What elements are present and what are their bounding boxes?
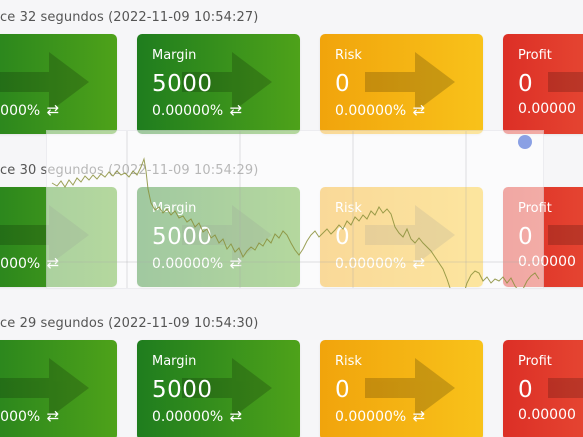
card-label: Profit: [518, 354, 552, 369]
swap-arrows-icon[interactable]: ⇄: [413, 407, 426, 425]
risk-card[interactable]: Risk 0 0.00000% ⇄: [320, 340, 483, 437]
card-percent: 0.00000: [518, 101, 576, 117]
snapshot-header: ce 29 segundos (2022-11-09 10:54:30): [0, 316, 259, 331]
card-value: 0: [335, 377, 351, 403]
dashboard-page: ce 32 segundos (2022-11-09 10:54:27) ty …: [0, 0, 583, 437]
swap-arrows-icon[interactable]: ⇄: [230, 101, 243, 119]
card-label: Margin: [152, 354, 197, 369]
swap-arrows-icon[interactable]: ⇄: [413, 101, 426, 119]
card-value: 0: [335, 71, 351, 97]
card-label: Profit: [518, 48, 552, 63]
swap-arrows-icon[interactable]: ⇄: [47, 407, 60, 425]
profit-card[interactable]: Profit 0 0.00000: [503, 34, 583, 134]
risk-card[interactable]: Risk 0 0.00000% ⇄: [320, 34, 483, 134]
profit-card[interactable]: Profit 0 0.00000: [503, 340, 583, 437]
card-percent: 0.00000% ⇄: [0, 101, 60, 119]
card-value: 0: [518, 71, 534, 97]
swap-arrows-icon[interactable]: ⇄: [47, 101, 60, 119]
snapshot-header: ce 32 segundos (2022-11-09 10:54:27): [0, 10, 259, 25]
margin-card[interactable]: Margin 5000 0.00000% ⇄: [137, 34, 300, 134]
equity-card[interactable]: ty 00 0.00000% ⇄: [0, 34, 117, 134]
card-label: Risk: [335, 354, 362, 369]
equity-card[interactable]: ty 00 0.00000% ⇄: [0, 340, 117, 437]
chart-cursor-dot: [518, 135, 532, 149]
card-value: 5000: [152, 377, 213, 403]
card-percent: 0.00000% ⇄: [335, 101, 426, 119]
card-percent: 0.00000% ⇄: [152, 101, 243, 119]
card-percent: 0.00000% ⇄: [0, 407, 60, 425]
price-sparkline-chart: [47, 131, 543, 288]
margin-card[interactable]: Margin 5000 0.00000% ⇄: [137, 340, 300, 437]
chart-drag-overlay[interactable]: [47, 131, 543, 288]
card-value: 0: [518, 377, 534, 403]
card-value: 5000: [152, 71, 213, 97]
card-percent: 0.00000% ⇄: [335, 407, 426, 425]
card-label: Margin: [152, 48, 197, 63]
swap-arrows-icon[interactable]: ⇄: [230, 407, 243, 425]
card-label: Risk: [335, 48, 362, 63]
card-percent: 0.00000% ⇄: [152, 407, 243, 425]
card-percent: 0.00000: [518, 407, 576, 423]
